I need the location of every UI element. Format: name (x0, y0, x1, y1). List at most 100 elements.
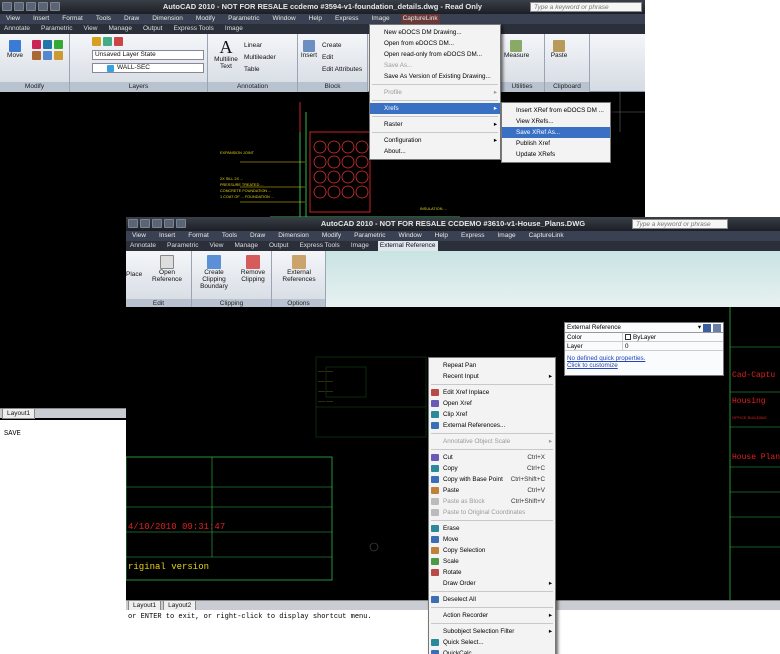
tab-annotate[interactable]: Annotate (2, 24, 32, 34)
layer-icon[interactable] (103, 37, 112, 46)
ctx-paste-as-block[interactable]: Paste as Block Ctrl+Shift+V (429, 496, 555, 507)
tab-parametric[interactable]: Parametric (39, 24, 74, 34)
menu-capturelink[interactable]: CaptureLink (400, 14, 440, 24)
xref-save-as[interactable]: Save XRef As... (502, 127, 610, 138)
save-icon[interactable] (26, 2, 36, 11)
menu-configuration[interactable]: Configuration ▸ (370, 135, 500, 146)
menu-xrefs[interactable]: Xrefs ▸ (370, 103, 500, 114)
ctx-draw-order[interactable]: Draw Order ▸ (429, 578, 555, 589)
search-input[interactable]: Type a keyword or phrase (530, 2, 642, 12)
ctx-edit-xref-inplace[interactable]: Edit Xref Inplace (429, 387, 555, 398)
tab-express-tools[interactable]: Express Tools (297, 241, 341, 251)
menu-view[interactable]: View (4, 14, 22, 24)
menu-new-edocs[interactable]: New eDOCS DM Drawing... (370, 27, 500, 38)
search-input[interactable]: Type a keyword or phrase (632, 219, 728, 229)
panel-label-utilities[interactable]: Utilities (500, 82, 544, 92)
menu-parametric[interactable]: Parametric (352, 231, 387, 241)
menu-about[interactable]: About... (370, 146, 500, 157)
menu-draw[interactable]: Draw (248, 231, 267, 241)
menu-modify[interactable]: Modify (320, 231, 343, 241)
menu-raster[interactable]: Raster ▸ (370, 119, 500, 130)
menu-parametric[interactable]: Parametric (226, 14, 261, 24)
ctx-cut[interactable]: Cut Ctrl+X (429, 452, 555, 463)
menu-dimension[interactable]: Dimension (276, 231, 311, 241)
ctx-quickcalc[interactable]: QuickCalc (429, 648, 555, 654)
ctx-erase[interactable]: Erase (429, 523, 555, 534)
panel-label-layers[interactable]: Layers (70, 82, 207, 92)
qp-color-value[interactable]: ByLayer (623, 333, 656, 341)
qp-type-dropdown[interactable]: External Reference ▾ (565, 323, 723, 333)
menu-insert[interactable]: Insert (31, 14, 51, 24)
multileader-button[interactable]: Multileader (244, 52, 276, 64)
tab-manage[interactable]: Manage (232, 241, 260, 251)
xref-view[interactable]: View XRefs... (502, 116, 610, 127)
open-reference-button[interactable]: Open Reference (144, 255, 190, 283)
tab-image[interactable]: Image (349, 241, 371, 251)
trim-icon[interactable] (43, 40, 52, 49)
qp-layer-value[interactable]: 0 (623, 342, 629, 350)
xref-update[interactable]: Update XRefs (502, 149, 610, 160)
save-icon[interactable] (152, 219, 162, 228)
paste-button[interactable]: Paste (549, 40, 569, 59)
tab-output[interactable]: Output (267, 241, 291, 251)
undo-icon[interactable] (38, 2, 48, 11)
menu-save-version[interactable]: Save As Version of Existing Drawing... (370, 71, 500, 82)
menu-save-as[interactable]: Save As... (370, 60, 500, 71)
ctx-move[interactable]: Move (429, 534, 555, 545)
menu-image[interactable]: Image (496, 231, 518, 241)
menu-help[interactable]: Help (307, 14, 324, 24)
edit-attributes-button[interactable]: Edit Attributes (322, 64, 362, 76)
place-button[interactable]: Place (126, 271, 142, 278)
redo-icon[interactable] (50, 2, 60, 11)
measure-button[interactable]: Measure (504, 40, 529, 59)
menu-view[interactable]: View (130, 231, 148, 241)
menu-help[interactable]: Help (433, 231, 450, 241)
ctx-paste-to-original-coordinates[interactable]: Paste to Original Coordinates (429, 507, 555, 518)
new-icon[interactable] (2, 2, 12, 11)
panel-label-annotation[interactable]: Annotation (208, 82, 297, 92)
ctx-paste[interactable]: Paste Ctrl+V (429, 485, 555, 496)
stretch-icon[interactable] (43, 51, 52, 60)
panel-label-modify[interactable]: Modify (0, 82, 69, 92)
ctx-recent-input[interactable]: Recent Input ▸ (429, 371, 555, 382)
tab-image[interactable]: Image (223, 24, 245, 34)
qp-link-1[interactable]: No defined quick properties. (567, 355, 721, 362)
table-button[interactable]: Table (244, 64, 276, 76)
tab-express-tools[interactable]: Express Tools (171, 24, 215, 34)
tab-view[interactable]: View (207, 241, 225, 251)
move-button[interactable]: Move (6, 40, 24, 59)
qp-settings-icon[interactable] (713, 324, 721, 332)
tab-external-reference[interactable]: External Reference (377, 241, 438, 251)
rotate-icon[interactable] (32, 40, 41, 49)
layer-off-icon[interactable] (114, 37, 123, 46)
menu-dimension[interactable]: Dimension (150, 14, 185, 24)
ctx-action-recorder[interactable]: Action Recorder ▸ (429, 610, 555, 621)
create-clipping-button[interactable]: Create Clipping Boundary (194, 255, 234, 290)
menu-tools[interactable]: Tools (94, 14, 113, 24)
menu-express[interactable]: Express (333, 14, 360, 24)
panel-label-clipboard[interactable]: Clipboard (545, 82, 589, 92)
menu-format[interactable]: Format (60, 14, 85, 24)
scale-icon[interactable] (54, 51, 63, 60)
menu-modify[interactable]: Modify (194, 14, 217, 24)
ctx-external-references[interactable]: External References... (429, 420, 555, 431)
new-icon[interactable] (128, 219, 138, 228)
menu-open-edocs[interactable]: Open from eDOCS DM... (370, 38, 500, 49)
ctx-repeat-pan[interactable]: Repeat Pan (429, 360, 555, 371)
open-icon[interactable] (14, 2, 24, 11)
panel-label-block[interactable]: Block (298, 82, 367, 92)
layer-state-dropdown[interactable]: Unsaved Layer State (92, 50, 204, 60)
ctx-subobject-selection-filter[interactable]: Subobject Selection Filter ▸ (429, 626, 555, 637)
redo-icon[interactable] (176, 219, 186, 228)
external-references-button[interactable]: External References (274, 255, 324, 283)
ctx-deselect-all[interactable]: Deselect All (429, 594, 555, 605)
create-block-button[interactable]: Create (322, 40, 362, 52)
layout-tab[interactable]: Layout1 (2, 409, 36, 419)
tab-annotate[interactable]: Annotate (128, 241, 158, 251)
ctx-annotative-object-scale[interactable]: Annotative Object Scale ▸ (429, 436, 555, 447)
ctx-open-xref[interactable]: Open Xref (429, 398, 555, 409)
menu-open-readonly[interactable]: Open read-only from eDOCS DM... (370, 49, 500, 60)
qp-toggle-icon[interactable] (703, 324, 711, 332)
menu-insert[interactable]: Insert (157, 231, 177, 241)
ctx-copy-selection[interactable]: Copy Selection (429, 545, 555, 556)
